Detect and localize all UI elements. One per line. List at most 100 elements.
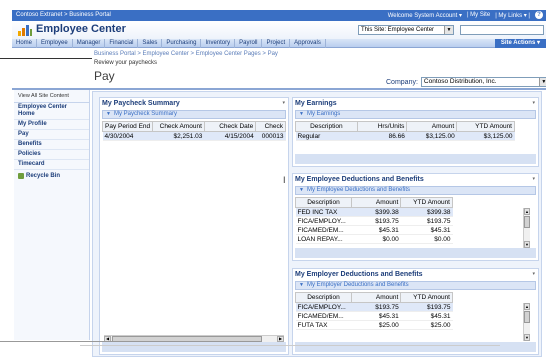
column-header[interactable]: Pay Period End: [101, 121, 154, 132]
header-divider: [12, 88, 546, 90]
webpart-menu-icon[interactable]: ▾: [532, 100, 535, 106]
webpart-menu-icon[interactable]: ▾: [532, 176, 535, 182]
table-row[interactable]: FICAMED/EM... $45.31 $45.31: [295, 225, 453, 235]
company-select[interactable]: Contoso Distribution, Inc. ▼: [420, 77, 546, 87]
sidebar-item-employee-center-home[interactable]: Employee Center Home: [14, 103, 89, 120]
webpart-toolbar[interactable]: ▼ My Paycheck Summary: [102, 110, 286, 119]
text-cursor-icon: I: [283, 175, 286, 185]
recycle-bin-link[interactable]: Recycle Bin: [14, 170, 89, 182]
sidebar-item-policies[interactable]: Policies: [14, 150, 89, 160]
scroll-up-icon[interactable]: ▲: [524, 303, 530, 310]
webpart-title[interactable]: My Earnings: [295, 100, 337, 107]
page-description: Review your paychecks: [94, 60, 158, 66]
webpart-toolbar[interactable]: ▼ My Employer Deductions and Benefits: [295, 281, 536, 290]
sidebar-item-benefits[interactable]: Benefits: [14, 140, 89, 150]
table-cell: FICAMED/EM...: [295, 225, 352, 235]
webpart-title[interactable]: My Paycheck Summary: [102, 100, 180, 107]
table-row[interactable]: FICA/EMPLOY... $193.75 $193.75: [295, 216, 453, 226]
column-header[interactable]: Amount: [406, 121, 458, 132]
column-header[interactable]: Check: [255, 121, 286, 132]
column-header[interactable]: Description: [295, 197, 352, 208]
nav-tab-manager[interactable]: Manager: [73, 38, 106, 48]
column-header[interactable]: YTD Amount: [400, 292, 453, 303]
collapse-icon[interactable]: ▼: [299, 282, 304, 288]
my-site-link[interactable]: | My Site: [467, 12, 490, 18]
scroll-down-icon[interactable]: ▼: [524, 334, 530, 341]
table-row[interactable]: FED INC TAX $399.38 $399.38: [295, 207, 453, 217]
column-header[interactable]: Amount: [350, 197, 402, 208]
nav-tab-sales[interactable]: Sales: [138, 38, 163, 48]
vertical-scrollbar[interactable]: ▲ ▼: [523, 303, 530, 341]
nav-tab-project[interactable]: Project: [262, 38, 291, 48]
nav-tab-purchasing[interactable]: Purchasing: [162, 38, 202, 48]
column-header[interactable]: Hrs/Units: [356, 121, 408, 132]
collapse-icon[interactable]: ▼: [299, 111, 304, 117]
chevron-down-icon[interactable]: ▼: [538, 78, 546, 86]
table-row[interactable]: Regular 86.66 $3,125.00 $3,125.00: [295, 131, 515, 141]
site-title[interactable]: Employee Center: [36, 23, 126, 35]
sidebar-item-pay[interactable]: Pay: [14, 130, 89, 140]
webpart-menu-icon[interactable]: ▾: [282, 100, 285, 106]
column-header[interactable]: YTD Amount: [400, 197, 453, 208]
nav-tab-employee[interactable]: Employee: [37, 38, 73, 48]
table-cell: $45.31: [351, 225, 401, 235]
table-cell: $25.00: [400, 320, 453, 330]
scroll-up-icon[interactable]: ▲: [524, 208, 530, 215]
help-icon[interactable]: ?: [535, 11, 543, 19]
search-input[interactable]: [460, 25, 544, 35]
table-row[interactable]: 4/30/2004 $2,251.03 4/15/2004 000013: [102, 131, 286, 141]
table-cell: FICA/EMPLOY...: [295, 216, 352, 226]
column-header[interactable]: Description: [295, 121, 358, 132]
table-cell: $2,251.03: [152, 131, 205, 141]
sidebar-item-my-profile[interactable]: My Profile: [14, 120, 89, 130]
site-actions-menu[interactable]: Site Actions ▾: [494, 39, 546, 48]
quick-launch: View All Site Content Employee Center Ho…: [14, 90, 90, 340]
scroll-thumb[interactable]: [524, 311, 530, 323]
global-breadcrumb[interactable]: Contoso Extranet > Business Portal: [16, 12, 111, 18]
status-strip: [0, 341, 546, 362]
table-cell: $45.31: [400, 311, 453, 321]
chevron-down-icon[interactable]: ▼: [444, 26, 453, 34]
welcome-menu[interactable]: Welcome System Account ▾: [388, 12, 462, 19]
vertical-scrollbar[interactable]: ▲ ▼: [523, 208, 530, 248]
column-header[interactable]: Amount: [350, 292, 402, 303]
webpart-menu-icon[interactable]: ▾: [532, 271, 535, 277]
table-cell: $193.75: [400, 216, 453, 226]
recycle-bin-icon: [18, 173, 24, 179]
nav-tab-approvals[interactable]: Approvals: [290, 38, 326, 48]
table-row[interactable]: FUTA TAX $25.00 $25.00: [295, 320, 453, 330]
column-header[interactable]: Description: [295, 292, 352, 303]
search-scope-select[interactable]: This Site: Employee Center ▼: [358, 25, 454, 35]
webpart-toolbar-label: My Paycheck Summary: [113, 111, 177, 117]
column-header[interactable]: Check Date: [203, 121, 257, 132]
column-header[interactable]: YTD Amount: [456, 121, 515, 132]
table-row[interactable]: FICA/EMPLOY... $193.75 $193.75: [295, 302, 453, 312]
scroll-thumb[interactable]: [524, 216, 530, 228]
earnings-webpart: My Earnings ▾ ▼ My Earnings Description Hr…: [292, 97, 539, 167]
table-cell: FICA/EMPLOY...: [295, 302, 352, 312]
webpart-toolbar-label: My Employer Deductions and Benefits: [306, 282, 409, 288]
nav-tab-payroll[interactable]: Payroll: [235, 38, 263, 48]
webpart-title[interactable]: My Employee Deductions and Benefits: [295, 176, 424, 183]
collapse-icon[interactable]: ▼: [299, 187, 304, 193]
view-all-site-content-link[interactable]: View All Site Content: [14, 90, 89, 103]
table-cell: Regular: [295, 131, 358, 141]
page-breadcrumb[interactable]: Business Portal > Employee Center > Empl…: [94, 51, 278, 57]
table-cell: 4/15/2004: [204, 131, 256, 141]
sidebar-item-timecard[interactable]: Timecard: [14, 160, 89, 170]
table-cell: $45.31: [351, 311, 401, 321]
table-row[interactable]: FICAMED/EM... $45.31 $45.31: [295, 311, 453, 321]
webpart-title[interactable]: My Employer Deductions and Benefits: [295, 271, 423, 278]
scroll-down-icon[interactable]: ▼: [524, 241, 530, 248]
webpart-toolbar[interactable]: ▼ My Employee Deductions and Benefits: [295, 186, 536, 195]
my-links-menu[interactable]: | My Links ▾ |: [495, 12, 530, 19]
table-row[interactable]: LOAN REPAY... $0.00 $0.00: [295, 234, 453, 244]
webpart-toolbar[interactable]: ▼ My Earnings: [295, 110, 536, 119]
nav-tab-home[interactable]: Home: [12, 38, 38, 48]
collapse-icon[interactable]: ▼: [106, 111, 111, 117]
nav-tab-financial[interactable]: Financial: [105, 38, 139, 48]
column-header[interactable]: Check Amount: [152, 121, 205, 132]
nav-tab-inventory[interactable]: Inventory: [201, 38, 236, 48]
table-cell: $3,125.00: [406, 131, 457, 141]
table-cell: $399.38: [400, 207, 453, 217]
